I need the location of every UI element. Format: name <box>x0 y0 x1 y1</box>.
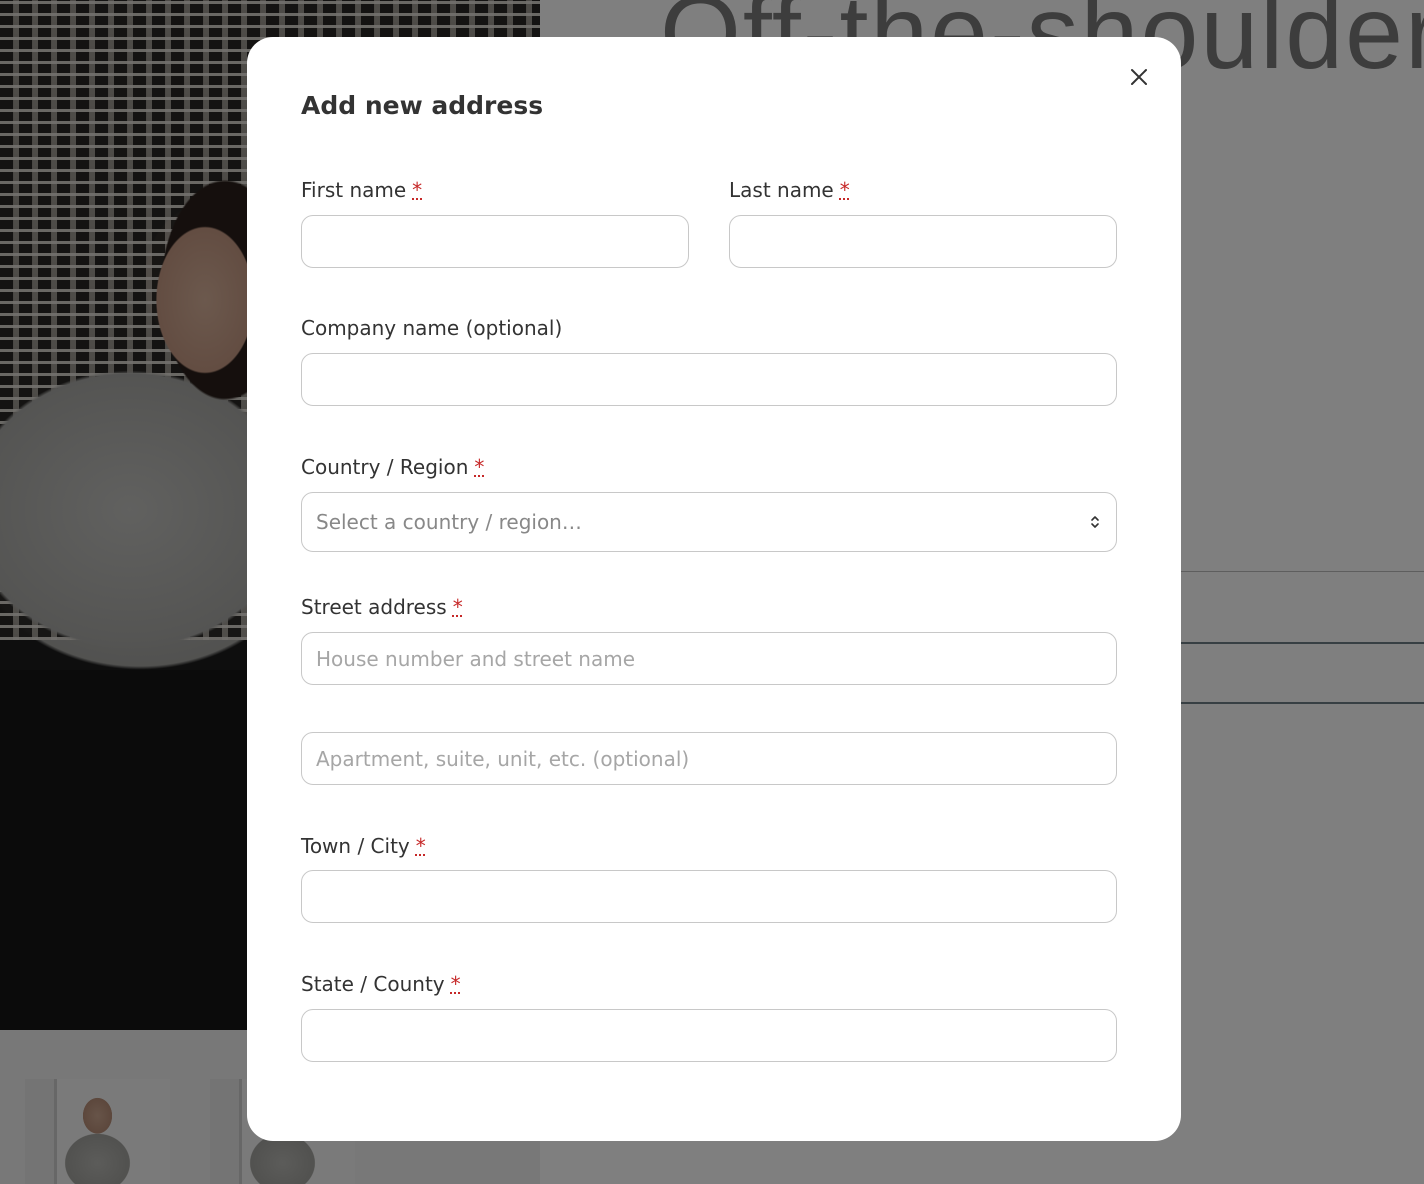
last-name-field[interactable] <box>729 215 1117 268</box>
country-select-value: Select a country / region… <box>316 510 582 534</box>
state-label: State / County * <box>301 972 461 996</box>
add-address-modal: Add new address First name * Last name * C… <box>247 37 1181 1141</box>
street-label: Street address * <box>301 595 463 619</box>
first-name-field[interactable] <box>301 215 689 268</box>
required-marker: * <box>474 455 485 479</box>
street-address-2-field[interactable] <box>301 732 1117 785</box>
city-label: Town / City * <box>301 834 426 858</box>
street-address-field[interactable] <box>301 632 1117 685</box>
chevron-up-down-icon <box>1088 512 1102 532</box>
country-label-text: Country / Region <box>301 455 469 479</box>
last-name-label: Last name * <box>729 178 850 202</box>
street-label-text: Street address <box>301 595 447 619</box>
company-field[interactable] <box>301 353 1117 406</box>
required-marker: * <box>450 972 461 996</box>
state-field[interactable] <box>301 1009 1117 1062</box>
first-name-label: First name * <box>301 178 422 202</box>
required-marker: * <box>415 834 426 858</box>
last-name-label-text: Last name <box>729 178 834 202</box>
close-button[interactable] <box>1127 65 1151 89</box>
country-select[interactable]: Select a country / region… <box>301 492 1117 552</box>
state-label-text: State / County <box>301 972 445 996</box>
required-marker: * <box>452 595 463 619</box>
required-marker: * <box>412 178 423 202</box>
city-label-text: Town / City <box>301 834 410 858</box>
first-name-label-text: First name <box>301 178 407 202</box>
close-icon <box>1131 69 1147 85</box>
required-marker: * <box>839 178 850 202</box>
country-label: Country / Region * <box>301 455 484 479</box>
city-field[interactable] <box>301 870 1117 923</box>
company-label: Company name (optional) <box>301 316 563 340</box>
modal-title: Add new address <box>301 91 544 120</box>
